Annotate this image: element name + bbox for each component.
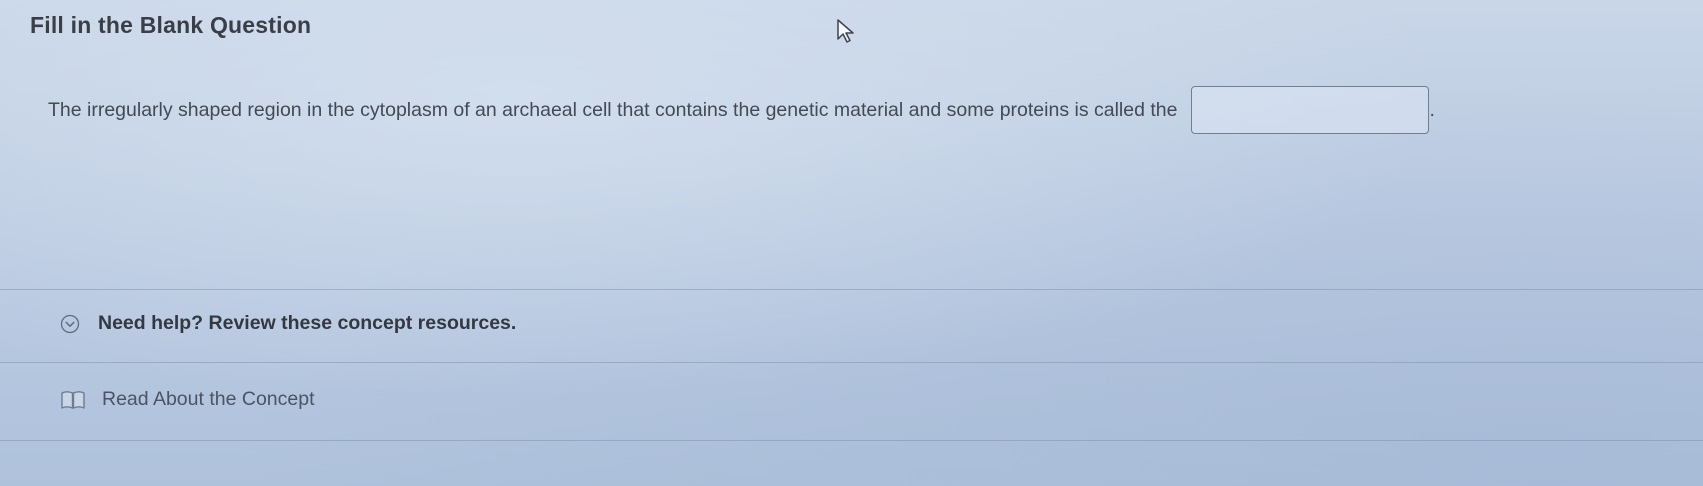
question-row: The irregularly shaped region in the cyt… bbox=[48, 86, 1435, 134]
chevron-down-circle-icon bbox=[60, 314, 80, 333]
trailing-period: . bbox=[1429, 98, 1435, 121]
resource-link-read-about-concept[interactable]: Read About the Concept bbox=[60, 388, 315, 411]
book-icon bbox=[61, 390, 85, 409]
divider bbox=[0, 362, 1703, 363]
divider bbox=[0, 289, 1703, 290]
answer-blank-input[interactable] bbox=[1191, 86, 1430, 134]
help-label: Need help? Review these concept resource… bbox=[98, 312, 517, 334]
help-toggle[interactable]: Need help? Review these concept resource… bbox=[60, 312, 516, 335]
resource-label: Read About the Concept bbox=[102, 388, 315, 410]
mouse-pointer-icon bbox=[837, 19, 854, 43]
question-title: Fill in the Blank Question bbox=[30, 12, 312, 38]
divider bbox=[0, 440, 1703, 441]
question-prompt: The irregularly shaped region in the cyt… bbox=[48, 98, 1178, 121]
